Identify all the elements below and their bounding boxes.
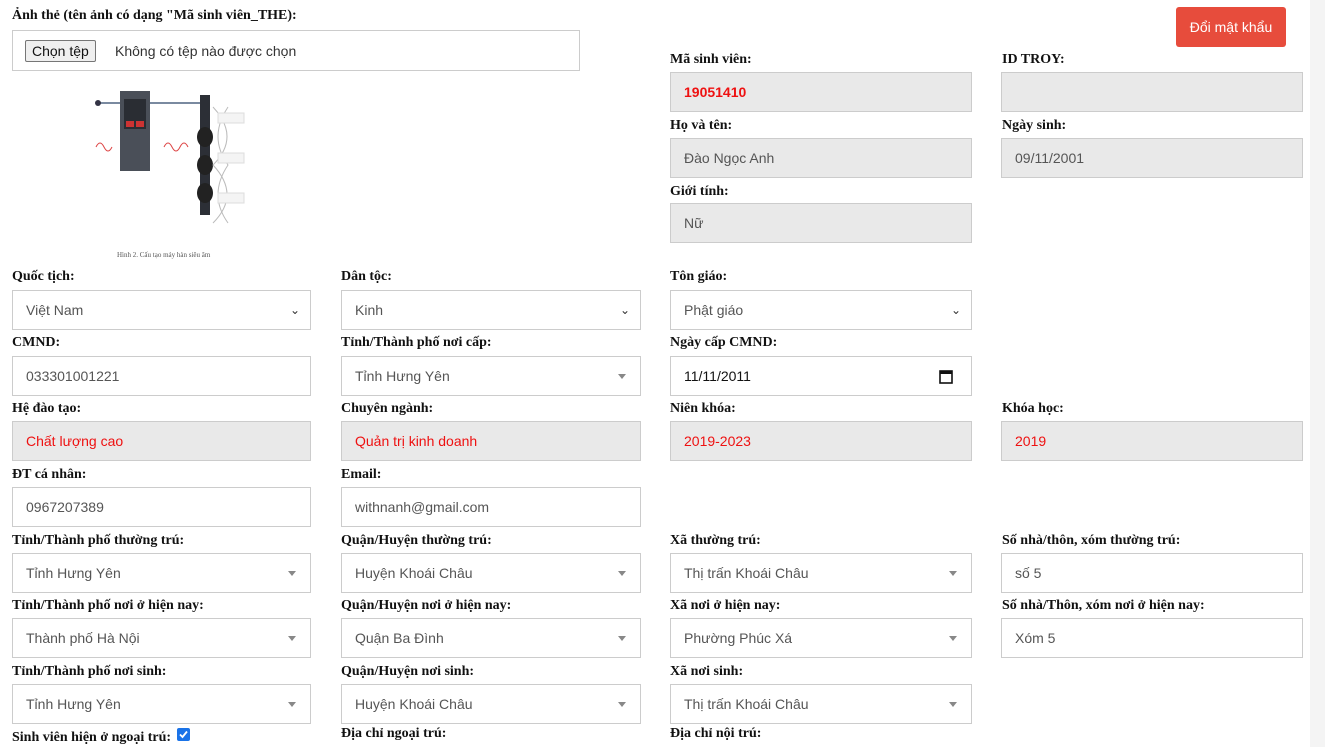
choose-file-button[interactable]: Chọn tệp — [25, 40, 96, 62]
nationality-select[interactable]: Việt Nam ⌄ — [12, 290, 311, 330]
cohort-label: Khóa học: — [1002, 401, 1064, 416]
program-label: Hệ đào tạo: — [12, 401, 82, 416]
academic-years-field: 2019-2023 — [670, 421, 972, 461]
calendar-icon[interactable] — [939, 369, 953, 384]
issue-province-select[interactable]: Tỉnh Hưng Yên — [341, 356, 641, 396]
caret-down-icon — [288, 702, 296, 707]
permanent-house-label: Số nhà/thôn, xóm thường trú: — [1002, 533, 1181, 548]
student-id-label: Mã sinh viên: — [670, 52, 752, 67]
caret-down-icon — [288, 571, 296, 576]
academic-years-label: Niên khóa: — [670, 401, 736, 416]
birth-district-label: Quận/Huyện nơi sinh: — [341, 664, 475, 679]
id-card-input[interactable]: 033301001221 — [12, 356, 311, 396]
religion-select[interactable]: Phật giáo ⌄ — [670, 290, 972, 330]
vertical-scrollbar[interactable] — [1310, 0, 1325, 747]
caret-down-icon — [949, 636, 957, 641]
ethnicity-label: Dân tộc: — [341, 269, 392, 284]
permanent-commune-label: Xã thường trú: — [670, 533, 761, 548]
off-campus-checkbox[interactable] — [177, 728, 190, 741]
gender-field: Nữ — [670, 203, 972, 243]
nationality-label: Quốc tịch: — [12, 269, 75, 284]
off-campus-label: Sinh viên hiện ở ngoại trú: — [12, 730, 172, 745]
program-field: Chất lượng cao — [12, 421, 311, 461]
major-field: Quản trị kinh doanh — [341, 421, 641, 461]
change-password-button[interactable]: Đổi mật khẩu — [1176, 7, 1286, 47]
birth-province-select[interactable]: Tỉnh Hưng Yên — [12, 684, 311, 724]
photo-file-input[interactable]: Chọn tệp Không có tệp nào được chọn — [12, 30, 580, 71]
issue-province-label: Tỉnh/Thành phố nơi cấp: — [341, 335, 492, 350]
permanent-district-label: Quận/Huyện thường trú: — [341, 533, 492, 548]
caret-down-icon — [949, 702, 957, 707]
student-id-field: 19051410 — [670, 72, 972, 112]
current-province-select[interactable]: Thành phố Hà Nội — [12, 618, 311, 658]
chevron-down-icon: ⌄ — [619, 303, 630, 317]
birth-commune-label: Xã nơi sinh: — [670, 664, 744, 679]
current-province-label: Tỉnh/Thành phố nơi ở hiện nay: — [12, 598, 204, 613]
email-label: Email: — [341, 467, 382, 482]
checkmark-icon — [179, 730, 188, 739]
major-label: Chuyên ngành: — [341, 401, 434, 416]
file-status-text: Không có tệp nào được chọn — [115, 43, 297, 59]
off-campus-address-label: Địa chỉ ngoại trú: — [341, 726, 447, 741]
caret-down-icon — [618, 636, 626, 641]
chevron-down-icon: ⌄ — [950, 303, 961, 317]
birth-commune-select[interactable]: Thị trấn Khoái Châu — [670, 684, 972, 724]
caret-down-icon — [618, 374, 626, 379]
issue-date-input[interactable]: 11/11/2011 — [670, 356, 972, 396]
gender-label: Giới tính: — [670, 184, 729, 199]
caret-down-icon — [618, 702, 626, 707]
permanent-house-input[interactable]: số 5 — [1001, 553, 1303, 593]
caret-down-icon — [288, 636, 296, 641]
ethnicity-select[interactable]: Kinh ⌄ — [341, 290, 641, 330]
birth-district-select[interactable]: Huyện Khoái Châu — [341, 684, 641, 724]
troy-id-field — [1001, 72, 1303, 112]
chevron-down-icon: ⌄ — [289, 303, 300, 317]
permanent-commune-select[interactable]: Thị trấn Khoái Châu — [670, 553, 972, 593]
phone-input[interactable]: 0967207389 — [12, 487, 311, 527]
current-commune-select[interactable]: Phường Phúc Xá — [670, 618, 972, 658]
photo-upload-label: Ảnh thẻ (tên ảnh có dạng "Mã sinh viên_T… — [12, 8, 297, 23]
caret-down-icon — [618, 571, 626, 576]
permanent-province-label: Tỉnh/Thành phố thường trú: — [12, 533, 185, 548]
photo-caption: Hình 2. Cấu tạo máy hàn siêu âm — [117, 251, 211, 259]
permanent-district-select[interactable]: Huyện Khoái Châu — [341, 553, 641, 593]
full-name-label: Họ và tên: — [670, 118, 733, 133]
troy-id-label: ID TROY: — [1002, 52, 1065, 67]
current-district-label: Quận/Huyện nơi ở hiện nay: — [341, 598, 512, 613]
current-commune-label: Xã nơi ở hiện nay: — [670, 598, 781, 613]
email-input[interactable]: withnanh@gmail.com — [341, 487, 641, 527]
full-name-field: Đào Ngọc Anh — [670, 138, 972, 178]
current-district-select[interactable]: Quận Ba Đình — [341, 618, 641, 658]
phone-label: ĐT cá nhân: — [12, 467, 87, 482]
id-card-label: CMND: — [12, 335, 61, 350]
cohort-field: 2019 — [1001, 421, 1303, 461]
dob-field: 09/11/2001 — [1001, 138, 1303, 178]
religion-label: Tôn giáo: — [670, 269, 728, 284]
birth-province-label: Tỉnh/Thành phố nơi sinh: — [12, 664, 167, 679]
student-photo — [88, 85, 253, 263]
permanent-province-select[interactable]: Tỉnh Hưng Yên — [12, 553, 311, 593]
current-house-label: Số nhà/Thôn, xóm nơi ở hiện nay: — [1002, 598, 1205, 613]
issue-date-label: Ngày cấp CMND: — [670, 335, 778, 350]
dob-label: Ngày sinh: — [1002, 118, 1067, 133]
dorm-address-label: Địa chỉ nội trú: — [670, 726, 762, 741]
caret-down-icon — [949, 571, 957, 576]
current-house-input[interactable]: Xóm 5 — [1001, 618, 1303, 658]
